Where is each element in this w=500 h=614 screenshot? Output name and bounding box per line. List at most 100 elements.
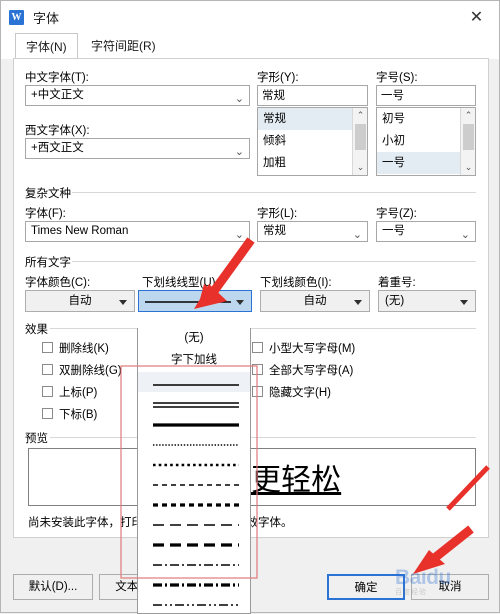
dropdown-item-none[interactable]: (无) bbox=[138, 328, 250, 350]
underline-color-combo[interactable]: 自动 bbox=[260, 290, 370, 312]
ok-button[interactable]: 确定 bbox=[327, 574, 405, 600]
checkbox-strikethrough[interactable]: 删除线(K) bbox=[42, 340, 109, 356]
list-item[interactable]: 常规 bbox=[258, 108, 367, 130]
checkbox-icon[interactable] bbox=[252, 364, 263, 375]
checkbox-label: 删除线(K) bbox=[59, 343, 109, 355]
checkbox-small-caps[interactable]: 小型大写字母(M) bbox=[252, 340, 355, 356]
checkbox-label: 全部大写字母(A) bbox=[269, 365, 354, 377]
thick-solid-line-preview bbox=[153, 423, 239, 427]
checkbox-icon[interactable] bbox=[252, 342, 263, 353]
cs-size-combo[interactable]: 一号 ⌄ bbox=[376, 221, 476, 242]
dashed-line-preview bbox=[153, 484, 239, 486]
tab-strip: 字体(N) 字符间距(R) bbox=[1, 33, 499, 59]
font-style-input[interactable]: 常规 bbox=[257, 85, 368, 106]
wps-writer-icon: W bbox=[9, 9, 24, 25]
single-thin-line-preview bbox=[153, 384, 239, 386]
emphasis-mark-label: 着重号: bbox=[378, 277, 416, 289]
underline-style-label: 下划线线型(U): bbox=[142, 277, 219, 289]
checkbox-subscript[interactable]: 下标(B) bbox=[42, 406, 97, 422]
complex-script-group-label: 复杂文种 bbox=[25, 185, 75, 201]
checkbox-double-strikethrough[interactable]: 双删除线(G) bbox=[42, 362, 122, 378]
checkbox-superscript[interactable]: 上标(P) bbox=[42, 384, 97, 400]
thick-dash-dot-line-preview bbox=[153, 583, 239, 587]
dropdown-item-dash-dot-dot-line[interactable] bbox=[138, 592, 250, 612]
checkbox-icon[interactable] bbox=[42, 364, 53, 375]
checkbox-icon[interactable] bbox=[42, 408, 53, 419]
long-dashed-line-preview bbox=[153, 524, 239, 526]
dropdown-item-dashed-line[interactable] bbox=[138, 472, 250, 492]
effects-group-label: 效果 bbox=[25, 321, 52, 337]
dialog-title: 字体 bbox=[33, 10, 60, 26]
checkbox-icon[interactable] bbox=[42, 386, 53, 397]
dash-dot-line-preview bbox=[153, 564, 239, 566]
underline-color-label: 下划线颜色(I): bbox=[260, 277, 332, 289]
font-size-list[interactable]: 初号 小初 一号 ⌃ ⌄ bbox=[376, 107, 476, 176]
dropdown-item-long-dashed-line[interactable] bbox=[138, 512, 250, 532]
dropdown-line-items bbox=[138, 372, 250, 613]
scroll-up-icon[interactable]: ⌃ bbox=[353, 108, 367, 123]
western-font-label: 西文字体(X): bbox=[25, 125, 90, 137]
cs-font-combo[interactable]: Times New Roman ⌄ bbox=[25, 221, 250, 242]
chinese-font-combo[interactable]: +中文正文 ⌄ bbox=[25, 85, 250, 106]
list-item[interactable]: 加粗 bbox=[258, 152, 367, 174]
checkbox-all-caps[interactable]: 全部大写字母(A) bbox=[252, 362, 353, 378]
checkbox-hidden-text[interactable]: 隐藏文字(H) bbox=[252, 384, 331, 400]
scroll-down-icon[interactable]: ⌄ bbox=[461, 160, 475, 175]
font-size-label: 字号(S): bbox=[376, 72, 418, 84]
checkbox-label: 上标(P) bbox=[59, 387, 98, 399]
font-size-scrollbar[interactable]: ⌃ ⌄ bbox=[460, 108, 475, 175]
western-font-combo[interactable]: +西文正文 ⌄ bbox=[25, 138, 250, 159]
chevron-down-icon: ⌄ bbox=[234, 229, 244, 241]
cs-style-combo[interactable]: 常规 ⌄ bbox=[257, 221, 368, 242]
dropdown-arrow-icon bbox=[119, 300, 127, 305]
underline-style-preview bbox=[145, 301, 231, 303]
cs-font-label: 字体(F): bbox=[25, 208, 66, 220]
dropdown-item-fine-dotted-line[interactable] bbox=[138, 432, 250, 452]
font-dialog: W 字体 ✕ 字体(N) 字符间距(R) 中文字体(T): +中文正文 ⌄ 西文… bbox=[0, 0, 500, 614]
dropdown-item-thick-dotted-line[interactable] bbox=[138, 452, 250, 472]
default-button[interactable]: 默认(D)... bbox=[13, 574, 93, 600]
all-text-group-label: 所有文字 bbox=[25, 254, 75, 270]
checkbox-label: 小型大写字母(M) bbox=[269, 343, 356, 355]
dropdown-item-thick-dash-dot-line[interactable] bbox=[138, 572, 250, 592]
tab-font[interactable]: 字体(N) bbox=[15, 33, 78, 59]
dropdown-item-double-line[interactable] bbox=[138, 392, 250, 412]
chevron-down-icon: ⌄ bbox=[352, 229, 362, 241]
font-style-list[interactable]: 常规 倾斜 加粗 ⌃ ⌄ bbox=[257, 107, 368, 176]
font-style-scrollbar[interactable]: ⌃ ⌄ bbox=[352, 108, 367, 175]
fine-dotted-line-preview bbox=[153, 444, 239, 446]
scroll-up-icon[interactable]: ⌃ bbox=[461, 108, 475, 123]
tab-character-spacing[interactable]: 字符间距(R) bbox=[81, 33, 166, 59]
font-color-label: 字体颜色(C): bbox=[25, 277, 91, 289]
scroll-down-icon[interactable]: ⌄ bbox=[353, 160, 367, 175]
scrollbar-thumb[interactable] bbox=[355, 124, 366, 150]
cs-size-label: 字号(Z): bbox=[376, 208, 417, 220]
underline-style-combo[interactable] bbox=[138, 290, 252, 312]
emphasis-mark-combo[interactable]: (无) bbox=[378, 290, 476, 312]
checkbox-icon[interactable] bbox=[42, 342, 53, 353]
font-color-value: 自动 bbox=[68, 295, 92, 307]
font-size-input[interactable]: 一号 bbox=[376, 85, 476, 106]
list-item[interactable]: 倾斜 bbox=[258, 130, 367, 152]
title-bar: W 字体 ✕ bbox=[1, 1, 499, 33]
chinese-font-value: +中文正文 bbox=[31, 89, 84, 101]
dropdown-item-thick-long-dashed-line[interactable] bbox=[138, 532, 250, 552]
scrollbar-thumb[interactable] bbox=[463, 124, 474, 150]
dropdown-item-single-thin-line[interactable] bbox=[138, 372, 250, 392]
preview-box: W办公更轻松 bbox=[28, 448, 476, 506]
baidu-watermark: Baidu 百度经验 bbox=[395, 566, 495, 604]
underline-style-dropdown-list[interactable]: (无) 字下加线 bbox=[137, 328, 251, 614]
dropdown-item-thick-dashed-line[interactable] bbox=[138, 492, 250, 512]
dropdown-item-words-only[interactable]: 字下加线 bbox=[138, 350, 250, 372]
dropdown-item-thick-solid-line[interactable] bbox=[138, 412, 250, 432]
dash-dot-dot-line-preview bbox=[153, 604, 239, 606]
checkbox-icon[interactable] bbox=[252, 386, 263, 397]
dropdown-item-dash-dot-line[interactable] bbox=[138, 552, 250, 572]
close-icon[interactable]: ✕ bbox=[454, 1, 499, 33]
font-color-combo[interactable]: 自动 bbox=[25, 290, 135, 312]
chevron-down-icon: ⌄ bbox=[234, 93, 244, 105]
cs-size-value: 一号 bbox=[382, 225, 405, 237]
thick-dashed-line-preview bbox=[153, 503, 239, 507]
font-panel: 中文字体(T): +中文正文 ⌄ 西文字体(X): +西文正文 ⌄ 字形(Y):… bbox=[13, 58, 489, 538]
checkbox-label: 双删除线(G) bbox=[59, 365, 122, 377]
